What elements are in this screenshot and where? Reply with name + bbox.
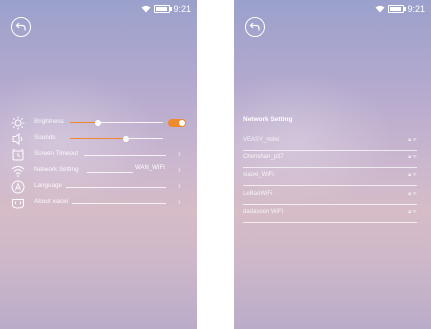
setting-screen-timeout[interactable]: Screen Timeout › (0, 148, 197, 164)
sounds-slider[interactable] (70, 138, 163, 139)
lock-wifi-icon: 🔒︎ ᯤ (408, 137, 417, 143)
status-time: 9:21 (173, 4, 191, 14)
slider-fill (70, 122, 98, 123)
setting-brightness: Brightness (0, 116, 197, 132)
row-divider (243, 150, 417, 151)
wifi-status-icon (375, 5, 385, 13)
setting-about[interactable]: About xiaoxi › (0, 196, 197, 212)
row-divider (84, 155, 166, 156)
status-time: 9:21 (407, 4, 425, 14)
brightness-slider-knob[interactable] (94, 120, 101, 126)
robot-icon (12, 199, 24, 209)
chevron-right-icon: › (178, 197, 181, 206)
setting-label: Screen Timeout (34, 150, 79, 157)
battery-icon (154, 5, 173, 13)
battery-level (156, 7, 167, 11)
network-name: VEASY_mimi (243, 137, 280, 143)
setting-network[interactable]: Network Setting WAN_WIFI › (0, 164, 197, 180)
network-name: LeBaoWiFi (243, 191, 273, 197)
back-button[interactable] (245, 17, 265, 37)
row-divider (243, 185, 417, 186)
back-arrow-icon (249, 22, 260, 31)
slider-fill (70, 138, 126, 139)
back-button[interactable] (11, 17, 31, 37)
row-divider (87, 172, 133, 173)
network-item[interactable]: dadasoon WiFi 🔒︎ ᯤ (243, 209, 417, 223)
chevron-right-icon: › (178, 165, 181, 174)
status-bar: 9:21 (375, 4, 425, 14)
row-divider (243, 204, 417, 205)
row-divider (243, 222, 417, 223)
status-bar: 9:21 (141, 4, 191, 14)
network-name: Chenshan_p37 (243, 154, 284, 160)
setting-label: Language (34, 182, 63, 189)
row-divider (66, 187, 166, 188)
network-name: xiaoxi_WiFi (243, 172, 274, 178)
back-arrow-icon (15, 22, 26, 31)
battery-icon (388, 5, 407, 13)
alarm-clock-icon (12, 148, 24, 161)
setting-label: About xiaoxi (34, 198, 69, 205)
setting-label: Brightness (34, 118, 64, 125)
setting-sounds: Sounds (0, 132, 197, 148)
sun-icon (11, 116, 25, 130)
wifi-status-icon (141, 5, 151, 13)
network-current-value: WAN_WIFI (135, 165, 165, 171)
settings-list: Brightness Sounds Screen Timeout › Netwo… (0, 116, 197, 212)
chevron-right-icon: › (178, 181, 181, 190)
brightness-slider[interactable] (70, 122, 163, 123)
network-title: Network Setting (243, 116, 293, 123)
network-item[interactable]: xiaoxi_WiFi 🔒︎ ᯤ (243, 172, 417, 186)
lock-wifi-icon: 🔒︎ ᯤ (408, 154, 417, 160)
letter-a-icon (11, 180, 25, 194)
chevron-right-icon: › (178, 149, 181, 158)
setting-language[interactable]: Language › (0, 180, 197, 196)
lock-wifi-icon: 🔒︎ ᯤ (408, 209, 417, 215)
lock-wifi-icon: 🔒︎ ᯤ (408, 191, 417, 197)
row-divider (243, 167, 417, 168)
network-item[interactable]: LeBaoWiFi 🔒︎ ᯤ (243, 191, 417, 205)
network-name: dadasoon WiFi (243, 209, 284, 215)
settings-screen: 9:21 Brightness Sounds Screen Timeout › … (0, 0, 197, 329)
row-divider (72, 203, 166, 204)
setting-label: Sounds (34, 134, 56, 141)
network-item[interactable]: VEASY_mimi 🔒︎ ᯤ (243, 137, 417, 151)
setting-label: Network Setting (34, 166, 79, 173)
speaker-icon (12, 133, 23, 145)
battery-level (390, 7, 401, 11)
lock-wifi-icon: 🔒︎ ᯤ (408, 172, 417, 178)
network-item[interactable]: Chenshan_p37 🔒︎ ᯤ (243, 154, 417, 168)
brightness-auto-toggle[interactable] (168, 119, 186, 127)
sounds-slider-knob[interactable] (122, 136, 129, 142)
wifi-icon (11, 166, 25, 177)
